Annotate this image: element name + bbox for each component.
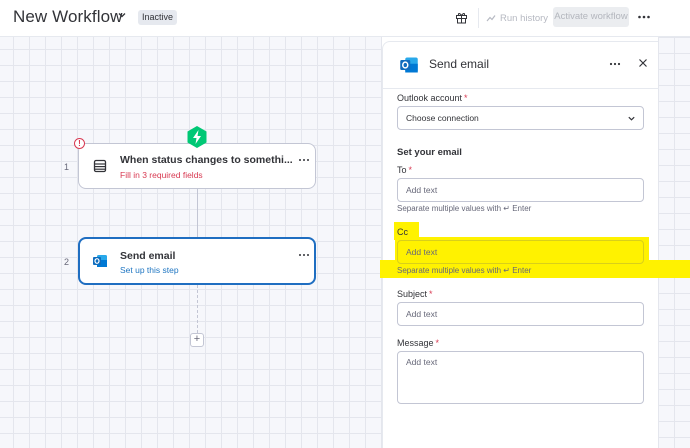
to-label: To *: [397, 165, 413, 175]
outlook-account-label: Outlook account *: [397, 93, 468, 103]
more-icon[interactable]: [609, 62, 621, 66]
gift-icon[interactable]: [455, 11, 468, 24]
cc-helper-text: Separate multiple values with ↵ Enter: [397, 266, 532, 275]
panel-title: Send email: [429, 57, 490, 71]
to-field[interactable]: Add text: [397, 178, 644, 202]
step-connector-dashed: [197, 285, 198, 333]
message-label: Message *: [397, 338, 440, 348]
subject-field[interactable]: Add text: [397, 302, 644, 326]
chevron-down-icon: [628, 116, 635, 121]
outlook-icon: [400, 57, 418, 73]
subject-label: Subject *: [397, 289, 433, 299]
cc-field[interactable]: Add text: [397, 240, 644, 264]
step-title: When status changes to somethi...: [120, 154, 293, 166]
step-title: Send email: [120, 250, 176, 262]
more-icon[interactable]: [298, 158, 310, 162]
error-icon: !: [74, 138, 85, 149]
more-icon[interactable]: [637, 10, 651, 24]
run-history-button[interactable]: Run history: [486, 10, 548, 26]
lightning-icon: [187, 126, 207, 148]
close-icon[interactable]: [638, 58, 648, 68]
trigger-step-card[interactable]: When status changes to somethi... Fill i…: [78, 143, 316, 189]
message-field[interactable]: Add text: [397, 351, 644, 404]
add-step-button[interactable]: +: [190, 333, 204, 347]
more-icon[interactable]: [298, 253, 310, 257]
outlook-icon: [93, 255, 107, 267]
app-header: New Workflow Inactive Run history Activa…: [0, 0, 690, 37]
to-helper-text: Separate multiple values with ↵ Enter: [397, 204, 532, 213]
chevron-down-icon[interactable]: [117, 10, 127, 20]
run-history-label: Run history: [500, 12, 549, 24]
send-email-step-card[interactable]: Send email Set up this step: [78, 237, 316, 285]
section-title: Set your email: [397, 147, 462, 158]
outlook-account-select[interactable]: Choose connection: [397, 106, 644, 130]
cc-label: Cc: [397, 227, 408, 237]
activate-workflow-button[interactable]: Activate workflow: [553, 7, 629, 27]
step-settings-panel: Send email Outlook account * Choose conne…: [380, 41, 690, 448]
table-icon: [93, 159, 107, 173]
workflow-canvas-edge: [658, 37, 690, 448]
step-number: 1: [64, 162, 70, 172]
step-connector: [197, 189, 198, 237]
step-number: 2: [64, 257, 70, 267]
setup-step-link[interactable]: Set up this step: [120, 265, 179, 275]
step-error-text: Fill in 3 required fields: [120, 170, 203, 180]
header-divider: [478, 8, 479, 28]
run-history-icon: [486, 15, 496, 22]
workflow-title[interactable]: New Workflow: [13, 7, 123, 27]
panel-divider: [383, 88, 659, 89]
status-badge: Inactive: [138, 10, 178, 25]
